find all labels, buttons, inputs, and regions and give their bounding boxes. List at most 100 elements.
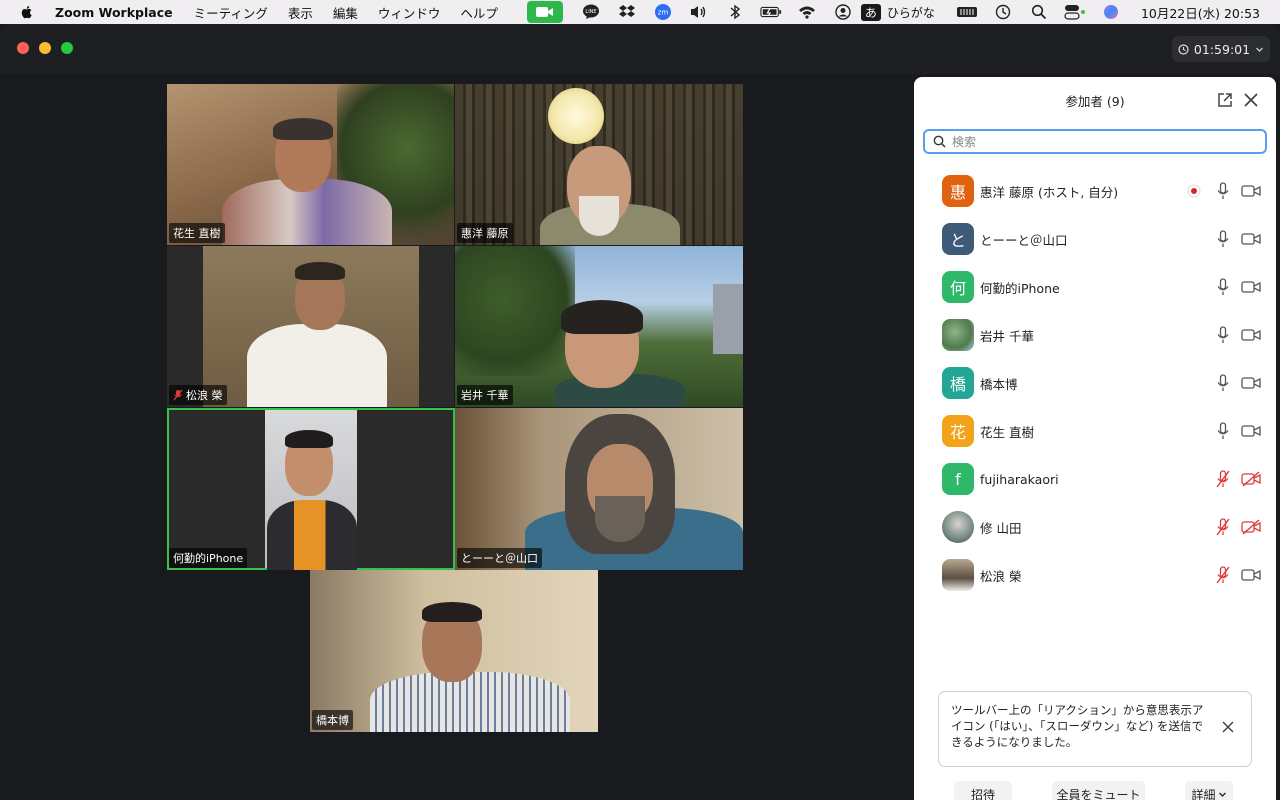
tree-background — [455, 246, 575, 376]
avatar-photo — [942, 319, 974, 351]
video-camera-icon[interactable] — [1241, 567, 1261, 583]
zoom-app-icon[interactable]: zm — [652, 3, 674, 21]
volume-icon[interactable] — [688, 3, 710, 21]
participant-name: 岩井 千華 — [980, 328, 1034, 344]
more-options-label: 詳細 — [1191, 787, 1216, 800]
mic-icon[interactable] — [1215, 182, 1231, 200]
window-zoom-button[interactable] — [61, 42, 73, 54]
wifi-icon[interactable] — [796, 3, 818, 21]
popout-icon[interactable] — [1216, 91, 1234, 109]
zoom-meeting-status-icon[interactable] — [526, 1, 563, 23]
menu-meeting[interactable]: ミーティング — [194, 3, 268, 22]
zoom-meeting-window: 01:59:01 花生 直樹 惠洋 藤原 松浪 榮 岩井 千華 何勤的iPhon… — [0, 24, 1280, 800]
avatar: 惠 — [942, 175, 974, 207]
mic-icon[interactable] — [1215, 326, 1231, 344]
mic-icon[interactable] — [1215, 422, 1231, 440]
participant-name: fujiharakaori — [980, 471, 1059, 487]
participant-row[interactable]: と とーーと＠山口 — [914, 215, 1276, 263]
participant-hair — [422, 602, 482, 622]
input-method-label[interactable]: ひらがな — [887, 4, 935, 21]
close-icon[interactable] — [1242, 91, 1260, 109]
mic-icon[interactable] — [1215, 230, 1231, 248]
video-tile[interactable]: とーーと＠山口 — [455, 408, 743, 570]
participant-row[interactable]: 橋 橋本博 — [914, 359, 1276, 407]
participant-body — [370, 672, 570, 732]
participants-panel-title: 参加者 (9) — [1065, 93, 1125, 109]
input-method-icon[interactable]: あ — [860, 3, 881, 21]
video-camera-icon[interactable] — [1241, 327, 1261, 343]
video-camera-icon[interactable] — [1241, 183, 1261, 199]
avatar: と — [942, 223, 974, 255]
ceiling-lamp — [548, 88, 604, 144]
search-icon — [933, 135, 946, 148]
participant-name: 花生 直樹 — [980, 424, 1034, 440]
recording-indicator-icon — [1187, 184, 1201, 198]
menu-edit[interactable]: 編集 — [333, 3, 358, 22]
window-minimize-button[interactable] — [39, 42, 51, 54]
participant-row[interactable]: 惠 惠洋 藤原 (ホスト, 自分) — [914, 167, 1276, 215]
video-tile[interactable]: 松浪 榮 — [167, 246, 454, 407]
menu-help[interactable]: ヘルプ — [460, 3, 498, 22]
participant-beard — [595, 496, 645, 542]
video-camera-icon[interactable] — [1241, 423, 1261, 439]
chevron-down-icon — [1218, 792, 1226, 797]
chevron-down-icon — [1256, 47, 1263, 52]
participant-hair — [273, 118, 333, 140]
mic-icon[interactable] — [1215, 374, 1231, 392]
keyboard-icon[interactable] — [956, 3, 978, 21]
control-center-icon[interactable] — [1064, 3, 1086, 21]
video-off-icon[interactable] — [1241, 519, 1261, 535]
siri-icon[interactable] — [1100, 3, 1122, 21]
mic-muted-icon[interactable] — [1215, 566, 1231, 584]
video-camera-icon[interactable] — [1241, 375, 1261, 391]
participant-hair — [295, 262, 345, 280]
menu-view[interactable]: 表示 — [288, 3, 313, 22]
participant-row[interactable]: 何 何勤的iPhone — [914, 263, 1276, 311]
close-icon[interactable] — [1221, 720, 1235, 734]
avatar: 何 — [942, 271, 974, 303]
video-tile[interactable]: 花生 直樹 — [167, 84, 454, 245]
clock-icon — [1178, 43, 1189, 55]
video-camera-icon[interactable] — [1241, 231, 1261, 247]
participant-row[interactable]: 花 花生 直樹 — [914, 407, 1276, 455]
mic-muted-icon[interactable] — [1215, 518, 1231, 536]
video-tile[interactable]: 惠洋 藤原 — [455, 84, 743, 245]
participant-search[interactable] — [923, 129, 1267, 154]
bluetooth-icon[interactable] — [724, 3, 746, 21]
video-tile[interactable]: 橋本博 — [310, 570, 598, 732]
video-camera-icon[interactable] — [1241, 279, 1261, 295]
participant-row[interactable]: f fujiharakaori — [914, 455, 1276, 503]
video-off-icon[interactable] — [1241, 471, 1261, 487]
dropbox-icon[interactable] — [616, 3, 638, 21]
participants-panel: 参加者 (9) 惠 惠洋 藤原 (ホスト, 自分) と とーーと＠山口 — [914, 77, 1276, 800]
video-tile-name: 花生 直樹 — [169, 223, 225, 243]
meeting-timer[interactable]: 01:59:01 — [1172, 36, 1270, 62]
avatar: 橋 — [942, 367, 974, 399]
video-tile-name: 惠洋 藤原 — [457, 223, 513, 243]
video-tile-name: 何勤的iPhone — [169, 548, 248, 568]
mute-all-button[interactable]: 全員をミュート — [1052, 781, 1145, 800]
participant-body — [267, 500, 357, 570]
video-tile-active-speaker[interactable]: 何勤的iPhone — [167, 408, 455, 570]
spotlight-search-icon[interactable] — [1028, 3, 1050, 21]
battery-icon[interactable] — [760, 3, 782, 21]
apple-logo-icon[interactable] — [19, 4, 35, 20]
user-account-icon[interactable] — [832, 3, 854, 21]
video-tile[interactable]: 岩井 千華 — [455, 246, 743, 407]
more-options-button[interactable]: 詳細 — [1185, 781, 1233, 800]
participant-row[interactable]: 修 山田 — [914, 503, 1276, 551]
search-input[interactable] — [952, 134, 1242, 149]
mic-muted-icon[interactable] — [1215, 470, 1231, 488]
window-close-button[interactable] — [17, 42, 29, 54]
line-app-icon[interactable]: LINE — [580, 3, 602, 21]
mic-icon[interactable] — [1215, 278, 1231, 296]
menu-window[interactable]: ウィンドウ — [378, 3, 441, 22]
participant-row[interactable]: 松浪 榮 — [914, 551, 1276, 599]
participant-row[interactable]: 岩井 千華 — [914, 311, 1276, 359]
menubar-clock[interactable]: 10月22日(水) 20:53 — [1141, 3, 1260, 22]
participant-list: 惠 惠洋 藤原 (ホスト, 自分) と とーーと＠山口 何 何勤的iPhone — [914, 167, 1276, 599]
app-menu-zoom[interactable]: Zoom Workplace — [55, 5, 173, 20]
time-machine-icon[interactable] — [992, 3, 1014, 21]
invite-button[interactable]: 招待 — [954, 781, 1012, 800]
participant-body — [247, 324, 387, 407]
